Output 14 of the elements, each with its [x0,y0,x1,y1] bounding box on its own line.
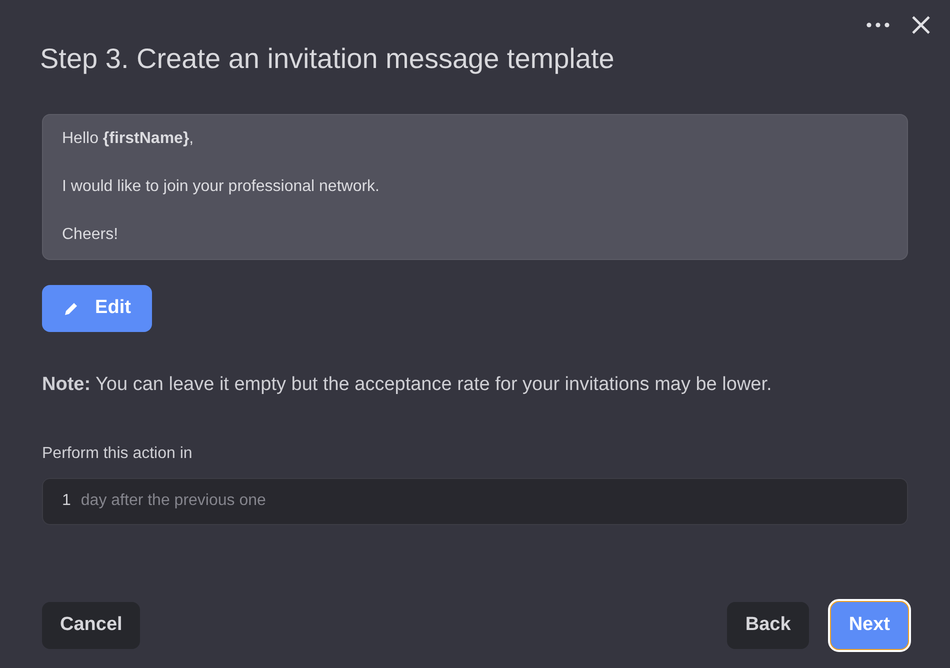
delay-suffix: day after the previous one [80,491,266,511]
note-text: Note: You can leave it empty but the acceptance rate for your invitations may be lower. [42,373,773,397]
message-line: Hello {firstName}, [62,129,195,149]
delay-value[interactable]: 1 [62,489,71,513]
cancel-button[interactable]: Cancel [42,602,140,649]
message-line: I would like to join your professional network. [62,177,380,197]
message-line: Cheers! [62,225,120,245]
close-icon[interactable] [912,16,930,34]
dialog-title: Step 3. Create an invitation message template [40,42,616,76]
back-button[interactable]: Back [727,602,809,649]
delay-label: Perform this action in [42,444,194,464]
delay-field[interactable]: 1 day after the previous one [42,478,908,524]
more-icon[interactable] [866,22,890,28]
pencil-icon [63,300,80,316]
